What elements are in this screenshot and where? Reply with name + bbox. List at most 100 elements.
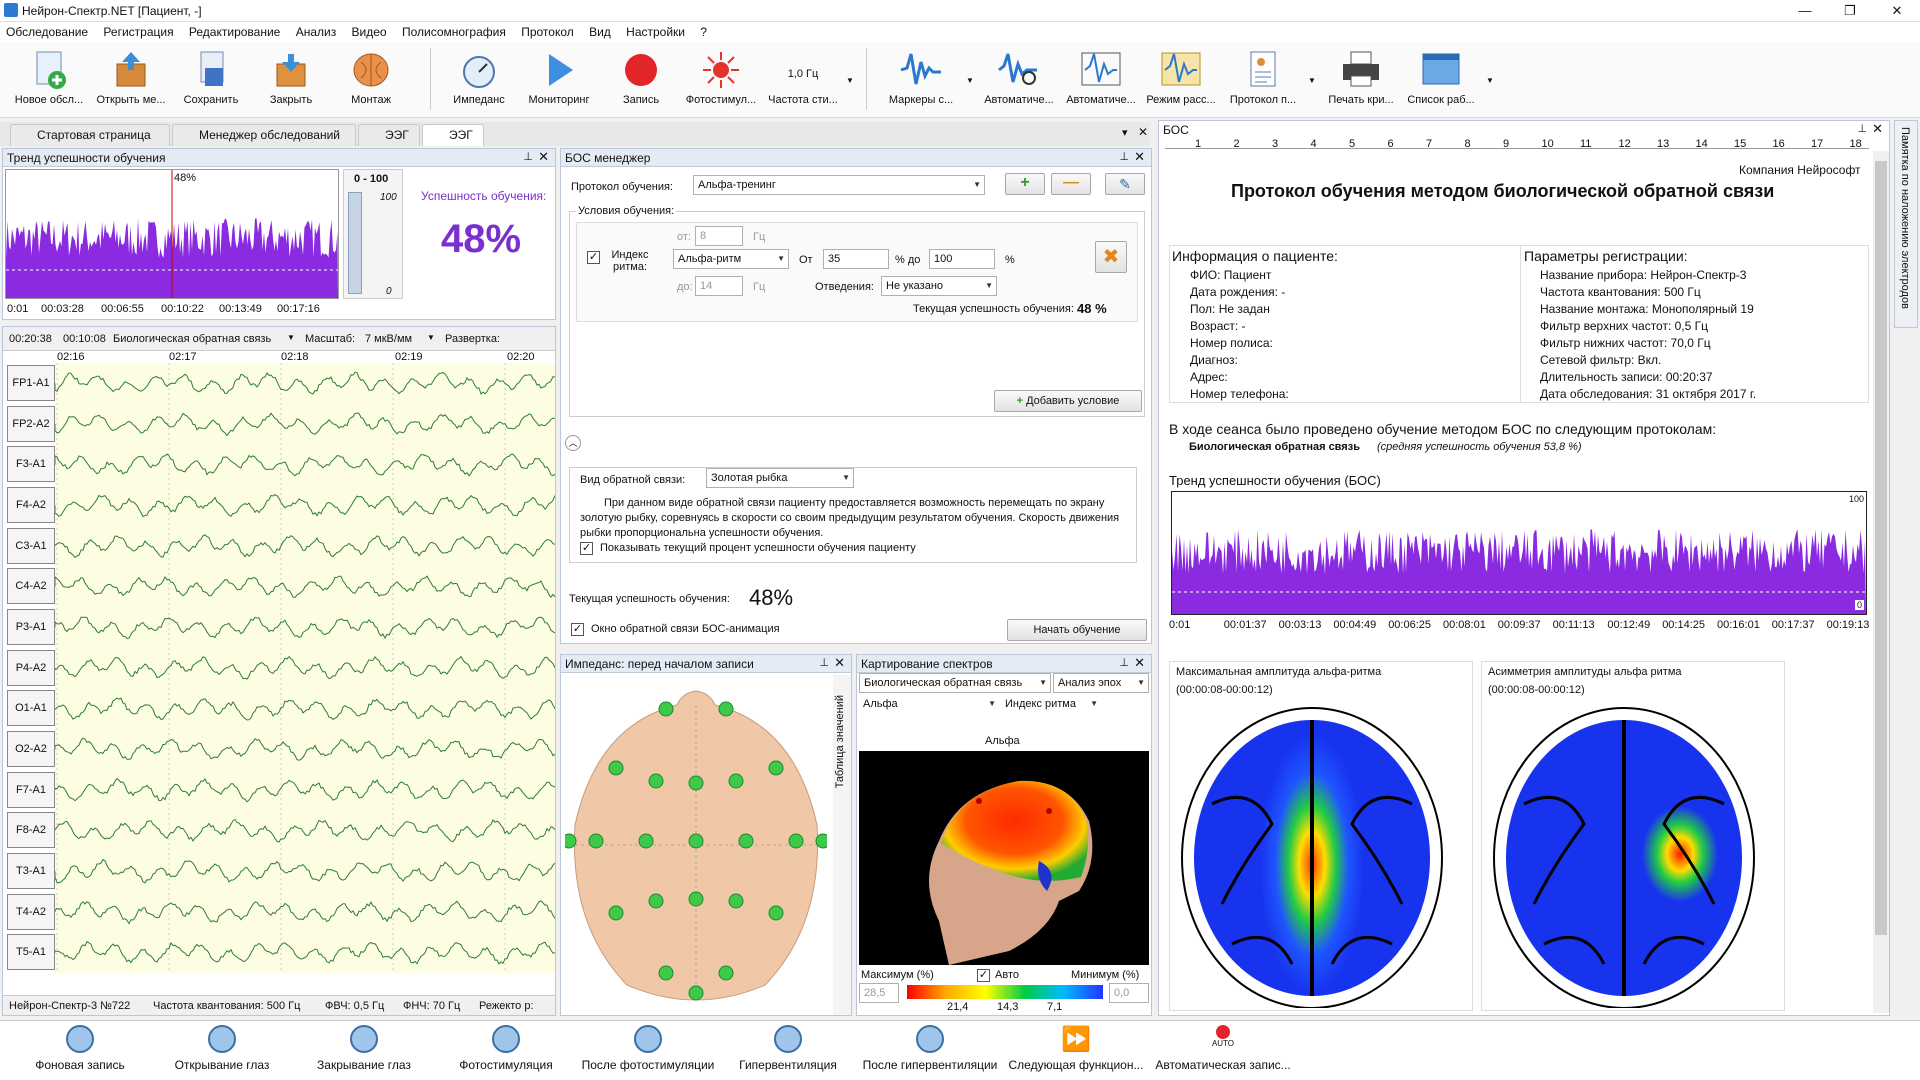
index-from-input[interactable]: 35 [823, 249, 889, 269]
auto-scale-checkbox[interactable]: ✓ [977, 969, 990, 982]
3d-head-map[interactable] [859, 751, 1149, 965]
impedance-button[interactable]: Импеданс [440, 50, 518, 116]
stim-frequency-button[interactable]: 1,0 Гц Частота сти... [764, 50, 842, 116]
electrode-dot[interactable] [688, 833, 704, 849]
electrode-memo-side-tab[interactable]: Памятка по наложению электродов [1894, 120, 1918, 328]
electrode-dot[interactable] [768, 760, 784, 776]
channel-label[interactable]: P3-A1 [7, 609, 55, 645]
menu-exam[interactable]: Обследование [0, 22, 94, 42]
next-function-button[interactable]: ⏩ Следующая функцион... [1006, 1025, 1146, 1079]
scale-select[interactable]: 7 мкВ/мм [365, 333, 412, 345]
spectra-mode-select[interactable]: Биологическая обратная связь [859, 673, 1051, 693]
vertical-scrollbar[interactable] [1873, 151, 1889, 1013]
channel-label[interactable]: F8-A2 [7, 812, 55, 849]
photostim-button[interactable]: Фотостимул... [682, 50, 760, 116]
save-button[interactable]: Сохранить [172, 50, 250, 116]
close-icon[interactable]: ✕ [1872, 121, 1883, 137]
channel-label[interactable]: O2-A2 [7, 731, 55, 767]
auto-analysis-2-button[interactable]: Автоматиче... [1062, 50, 1140, 116]
delete-condition-button[interactable]: ✖ [1095, 241, 1127, 273]
close-icon[interactable]: ✕ [1134, 655, 1145, 671]
electrode-dot[interactable] [688, 891, 704, 907]
epoch-analysis-select[interactable]: Анализ эпох [1053, 673, 1149, 693]
pin-icon[interactable]: ▾ [1122, 126, 1128, 139]
after-hyperventilation-button[interactable]: После гипервентиляции [860, 1025, 1000, 1079]
auto-record-button[interactable]: AUTO Автоматическая запис... [1150, 1025, 1296, 1079]
electrode-dot[interactable] [608, 905, 624, 921]
markers-button[interactable]: Маркеры с... [882, 50, 960, 116]
monitoring-button[interactable]: Мониторинг [520, 50, 598, 116]
band-select[interactable]: Альфа [859, 695, 999, 715]
electrode-dot[interactable] [658, 965, 674, 981]
open-button[interactable]: Открыть ме... [92, 50, 170, 116]
menu-settings[interactable]: Настройки [620, 22, 691, 42]
view-mode-button[interactable]: Режим расс... [1142, 50, 1220, 116]
slider-track[interactable] [348, 192, 362, 294]
close-window-button[interactable]: ✕ [1882, 2, 1912, 20]
electrode-dot[interactable] [768, 905, 784, 921]
tab-start-page[interactable]: Стартовая страница [10, 124, 170, 146]
electrode-dot[interactable] [658, 701, 674, 717]
menu-protocol[interactable]: Протокол [515, 22, 580, 42]
channel-label[interactable]: FP1-A1 [7, 365, 55, 401]
electrode-dot[interactable] [815, 833, 827, 849]
background-record-button[interactable]: Фоновая запись [10, 1025, 150, 1079]
chevron-down-icon[interactable]: ▼ [1486, 76, 1494, 85]
min-input[interactable]: 0,0 [1109, 983, 1149, 1003]
chevron-down-icon[interactable]: ▼ [1308, 76, 1316, 85]
close-icon[interactable]: ✕ [538, 149, 549, 165]
new-exam-button[interactable]: Новое обсл... [10, 50, 88, 116]
scrollbar-thumb[interactable] [1875, 161, 1887, 935]
menu-registration[interactable]: Регистрация [97, 22, 179, 42]
feedback-select[interactable]: Золотая рыбка [706, 468, 854, 488]
freq-to-input[interactable]: 14 [695, 276, 743, 296]
electrode-dot[interactable] [688, 985, 704, 1001]
eyes-open-button[interactable]: Открывание глаз [152, 1025, 292, 1079]
pin-icon[interactable]: ⊥ [1119, 150, 1129, 163]
minimize-button[interactable]: — [1790, 2, 1820, 20]
electrode-dot[interactable] [728, 773, 744, 789]
channel-label[interactable]: F7-A1 [7, 771, 55, 808]
electrode-dot[interactable] [588, 833, 604, 849]
eeg-mode-select[interactable]: Биологическая обратная связь [113, 333, 271, 345]
index-select[interactable]: Индекс ритма [1001, 695, 1101, 715]
auto-analysis-1-button[interactable]: Автоматиче... [980, 50, 1058, 116]
photostimulation-button[interactable]: Фотостимуляция [436, 1025, 576, 1079]
electrode-dot[interactable] [718, 701, 734, 717]
tab-exam-manager[interactable]: Менеджер обследований [172, 124, 356, 146]
pin-icon[interactable]: ⊥ [523, 150, 533, 163]
tab-eeg-1[interactable]: ЭЭГ [358, 124, 420, 146]
electrode-dot[interactable] [648, 773, 664, 789]
hyperventilation-button[interactable]: Гипервентиляция [718, 1025, 858, 1079]
range-slider[interactable]: 0 - 100 100 0 [343, 169, 403, 299]
channel-label[interactable]: O1-A1 [7, 690, 55, 727]
freq-from-input[interactable]: 8 [695, 226, 743, 246]
animation-window-checkbox[interactable]: ✓ [571, 623, 584, 636]
electrode-dot[interactable] [565, 833, 577, 849]
record-button[interactable]: Запись [602, 50, 680, 116]
channel-label[interactable]: F4-A2 [7, 487, 55, 523]
menu-view[interactable]: Вид [583, 22, 617, 42]
rhythm-select[interactable]: Альфа-ритм [673, 249, 789, 269]
pin-icon[interactable]: ⊥ [1857, 122, 1867, 135]
menu-analysis[interactable]: Анализ [290, 22, 343, 42]
channel-label[interactable]: C3-A1 [7, 527, 55, 564]
pin-icon[interactable]: ⊥ [819, 656, 829, 669]
electrode-dot[interactable] [738, 833, 754, 849]
protocol-button[interactable]: Протокол п... [1224, 50, 1302, 116]
print-button[interactable]: Печать кри... [1322, 50, 1400, 116]
leads-select[interactable]: Не указано [881, 276, 997, 296]
electrode-dot[interactable] [608, 760, 624, 776]
electrode-dot[interactable] [718, 965, 734, 981]
channel-label[interactable]: T3-A1 [7, 853, 55, 889]
channel-label[interactable]: FP2-A2 [7, 405, 55, 442]
eyes-close-button[interactable]: Закрывание глаз [294, 1025, 434, 1079]
collapse-icon[interactable]: ︿ [565, 435, 581, 451]
values-table-side-tab[interactable]: Таблица значений [833, 675, 851, 1015]
add-condition-button[interactable]: + Добавить условие [994, 390, 1142, 412]
tab-eeg-2[interactable]: ЭЭГ [422, 124, 484, 146]
electrode-dot[interactable] [788, 833, 804, 849]
start-training-button[interactable]: Начать обучение [1007, 619, 1147, 641]
electrode-dot[interactable] [728, 893, 744, 909]
close-exam-button[interactable]: Закрыть [252, 50, 330, 116]
